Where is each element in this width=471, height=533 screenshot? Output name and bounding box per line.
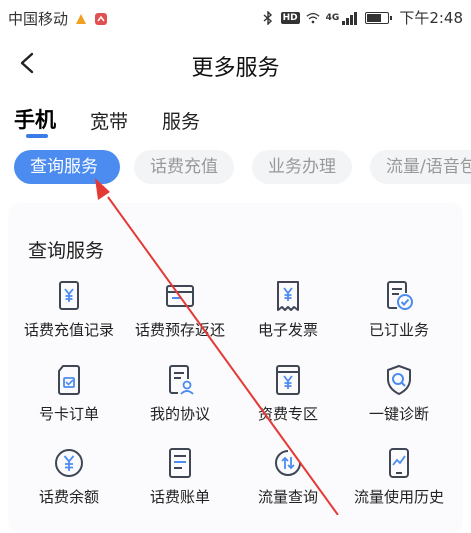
service-label: 流量查询 <box>257 488 318 506</box>
page-title: 更多服务 <box>191 56 280 81</box>
service-bill[interactable]: 话费账单 <box>121 446 239 507</box>
service-label: 一键诊断 <box>368 405 429 423</box>
carrier-name: 中国移动 <box>8 10 69 28</box>
signal-icon <box>341 11 359 25</box>
agreement-icon <box>169 365 194 395</box>
active-tab-indicator <box>26 134 48 138</box>
tab-phone[interactable]: 手机 <box>14 104 56 138</box>
tab-broadband-label: 宽带 <box>90 111 129 133</box>
service-e-invoice[interactable]: 电子发票 <box>229 279 347 340</box>
status-bar-left: 中国移动 <box>8 8 108 29</box>
subscribed-check-icon <box>387 281 413 310</box>
service-label: 电子发票 <box>257 321 318 339</box>
pill-query-service[interactable]: 查询服务 <box>14 150 120 184</box>
service-recharge-record[interactable]: 话费充值记录 <box>10 279 128 340</box>
pill-recharge[interactable]: 话费充值 <box>134 150 234 184</box>
recharge-record-icon <box>59 281 79 310</box>
service-label: 流量使用历史 <box>353 488 444 506</box>
service-subscribed[interactable]: 已订业务 <box>340 279 458 340</box>
battery-icon <box>365 11 393 24</box>
invoice-icon <box>277 281 299 311</box>
service-diagnose[interactable]: 一键诊断 <box>340 363 458 424</box>
service-label: 话费余额 <box>38 488 99 506</box>
service-label: 号卡订单 <box>38 405 99 423</box>
service-label: 话费预存返还 <box>134 321 225 339</box>
status-bar: 中国移动 HD 4G 下午2:48 <box>0 0 471 38</box>
pill-business[interactable]: 业务办理 <box>252 150 352 184</box>
tab-service-label: 服务 <box>162 111 201 133</box>
service-label: 资费专区 <box>257 405 318 423</box>
category-tabs: 手机 宽带 服务 <box>14 104 234 138</box>
service-usage-history[interactable]: 流量使用历史 <box>340 446 458 507</box>
network-type: 4G <box>325 12 340 23</box>
pill-data-voice-pack[interactable]: 流量/语音包 <box>370 150 471 184</box>
app-notification-icon <box>94 12 108 26</box>
service-sim-order[interactable]: 号卡订单 <box>10 363 128 424</box>
clock: 下午2:48 <box>399 9 463 27</box>
wifi-icon <box>306 11 320 25</box>
service-tariff-zone[interactable]: 资费专区 <box>229 363 347 424</box>
page-header: 更多服务 <box>0 38 471 90</box>
filter-pill-row: 查询服务 话费充值 业务办理 流量/语音包 <box>14 150 471 186</box>
usage-history-icon <box>389 448 409 478</box>
service-label: 话费账单 <box>149 488 210 506</box>
tariff-icon <box>276 365 300 395</box>
service-prepay-return[interactable]: 话费预存返还 <box>121 279 239 340</box>
status-bar-right: HD 4G 下午2:48 <box>261 7 463 28</box>
balance-icon <box>55 449 83 477</box>
service-balance[interactable]: 话费余额 <box>10 446 128 507</box>
service-label: 已订业务 <box>368 321 429 339</box>
service-agreement[interactable]: 我的协议 <box>121 363 239 424</box>
sim-order-icon <box>58 365 80 395</box>
service-data-query[interactable]: 流量查询 <box>229 446 347 507</box>
section-title: 查询服务 <box>28 240 105 262</box>
bluetooth-icon <box>261 10 275 25</box>
card-return-icon <box>166 285 194 307</box>
service-label: 我的协议 <box>149 405 210 423</box>
bill-icon <box>169 448 191 478</box>
data-query-icon <box>275 450 301 476</box>
notification-icon <box>74 12 88 26</box>
hd-badge: HD <box>280 11 300 24</box>
diagnose-icon <box>387 365 411 395</box>
service-label: 话费充值记录 <box>23 321 114 339</box>
tab-broadband[interactable]: 宽带 <box>90 107 128 134</box>
tab-service[interactable]: 服务 <box>162 107 200 134</box>
tab-phone-label: 手机 <box>14 108 56 132</box>
